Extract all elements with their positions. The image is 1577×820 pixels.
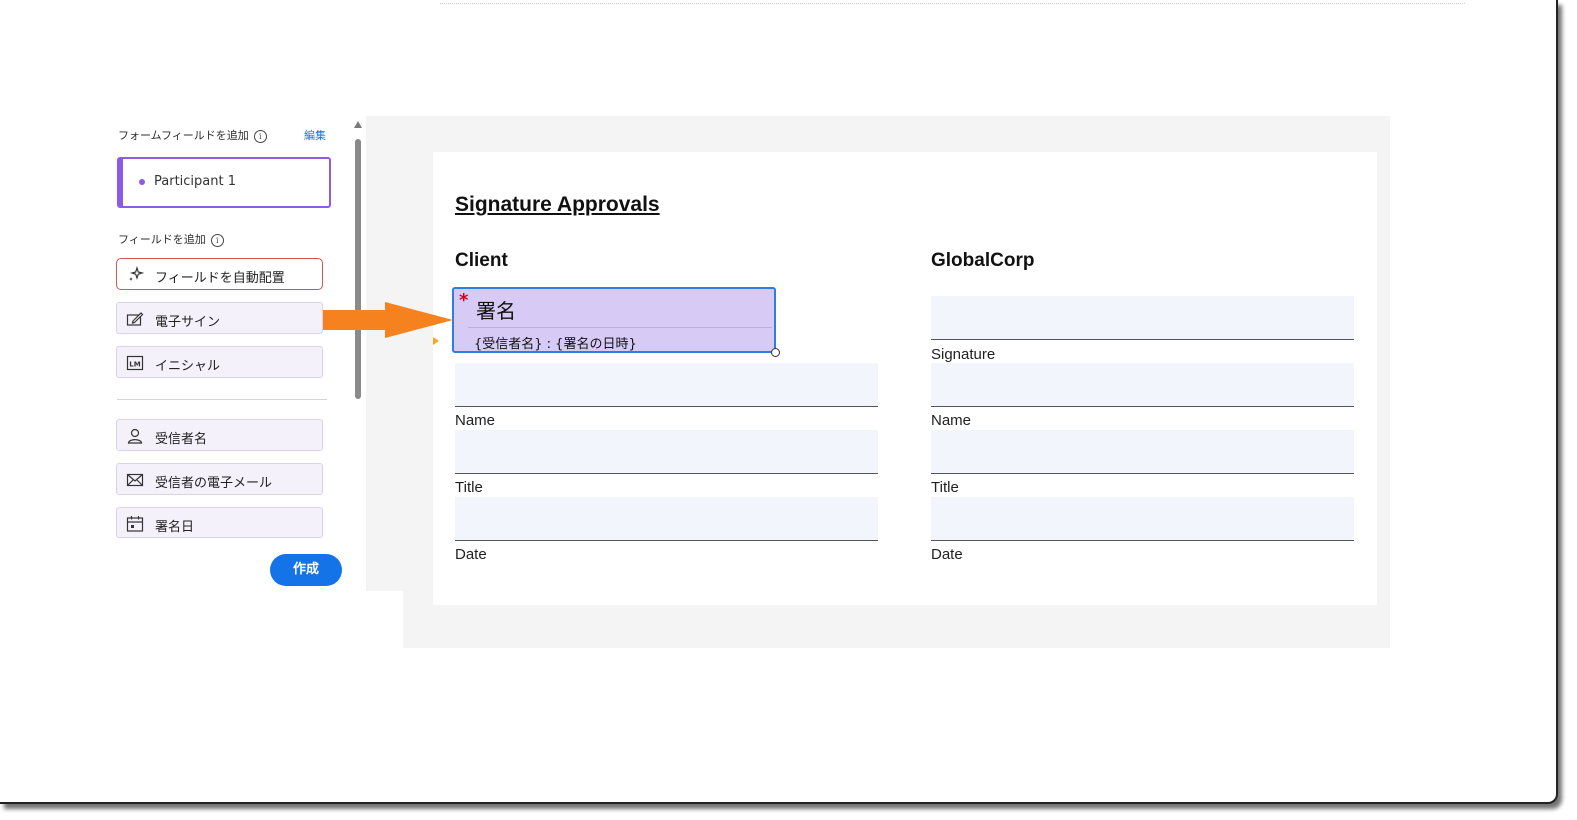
placed-signature-field[interactable]: * 署名 {受信者名} : {署名の日時} [452, 287, 776, 353]
globalcorp-title-label: Title [931, 479, 959, 496]
recipient-name-field-button[interactable]: 受信者名 [116, 419, 323, 451]
form-fields-panel: フォームフィールドを追加 i 編集 Participant 1 フィールドを追加 i… [101, 116, 367, 591]
required-mark: * [459, 290, 469, 311]
client-name-field[interactable] [455, 363, 878, 407]
client-name-label: Name [455, 412, 496, 429]
sparkle-icon [129, 266, 144, 281]
recipient-name-label: 受信者名 [155, 432, 208, 447]
participant-label: Participant 1 [154, 174, 236, 189]
form-fields-heading-text: フォームフィールドを追加 [118, 129, 249, 142]
client-date-field[interactable] [455, 497, 878, 541]
globalcorp-name-label: Name [931, 412, 972, 429]
signature-field-subtitle: {受信者名} : {署名の日時} [474, 337, 637, 352]
scroll-up-arrow-icon[interactable] [354, 121, 362, 128]
recipient-email-label: 受信者の電子メール [155, 476, 273, 491]
resize-handle[interactable] [771, 348, 780, 357]
globalcorp-signature-label: Signature [931, 346, 996, 363]
client-heading: Client [455, 250, 508, 271]
svg-text:LM: LM [129, 361, 140, 369]
e-signature-field-button[interactable]: 電子サイン [116, 302, 323, 334]
signature-date-label: 署名日 [155, 520, 195, 535]
participant-selector[interactable]: Participant 1 [117, 157, 331, 208]
info-icon[interactable]: i [210, 233, 224, 247]
signature-pen-icon [126, 312, 144, 326]
recipient-email-field-button[interactable]: 受信者の電子メール [116, 463, 323, 495]
initials-label: イニシャル [155, 359, 221, 374]
top-toolbar-edge [440, 0, 1465, 4]
calendar-icon [126, 516, 144, 532]
globalcorp-date-label: Date [931, 546, 963, 563]
auto-place-fields-label: フィールドを自動配置 [155, 271, 285, 286]
client-title-field[interactable] [455, 430, 878, 474]
signature-field-separator [468, 327, 772, 328]
initials-field-button[interactable]: LM イニシャル [116, 346, 323, 378]
globalcorp-signature-field[interactable] [931, 296, 1354, 340]
envelope-icon [126, 473, 144, 487]
create-button[interactable]: 作成 [270, 554, 342, 586]
add-fields-heading: フィールドを追加 i [118, 231, 224, 247]
client-title-label: Title [455, 479, 483, 496]
globalcorp-name-field[interactable] [931, 363, 1354, 407]
arrow-annotation-icon [323, 302, 453, 338]
person-icon [127, 428, 143, 444]
signature-date-field-button[interactable]: 署名日 [116, 507, 323, 538]
field-marker-icon [433, 337, 439, 345]
initials-icon: LM [126, 355, 144, 371]
info-icon[interactable]: i [253, 129, 267, 143]
auto-place-fields-button[interactable]: フィールドを自動配置 [116, 258, 323, 290]
panel-divider [117, 399, 327, 400]
globalcorp-date-field[interactable] [931, 497, 1354, 541]
participant-dot-icon [139, 179, 145, 185]
signature-field-title: 署名 [476, 299, 516, 323]
add-fields-heading-text: フィールドを追加 [118, 233, 206, 246]
scroll-thumb[interactable] [355, 139, 361, 399]
globalcorp-heading: GlobalCorp [931, 250, 1035, 271]
document-title: Signature Approvals [455, 193, 660, 216]
edit-link[interactable]: 編集 [304, 127, 326, 143]
e-signature-label: 電子サイン [155, 315, 221, 330]
globalcorp-title-field[interactable] [931, 430, 1354, 474]
client-date-label: Date [455, 546, 487, 563]
form-fields-heading: フォームフィールドを追加 i [118, 127, 267, 143]
